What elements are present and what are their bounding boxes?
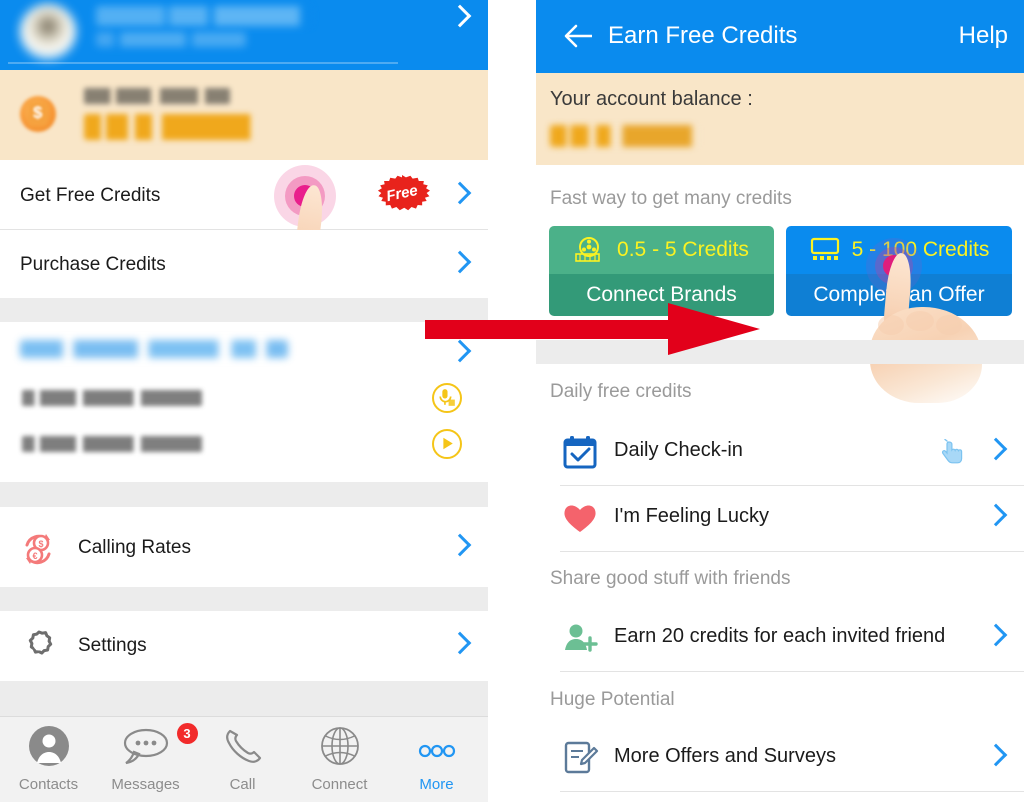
globe-icon: [320, 727, 359, 765]
row-label: Get Free Credits: [20, 185, 161, 206]
header-divider: [8, 62, 398, 64]
row-label: More Offers and Surveys: [614, 745, 836, 767]
contact-phone-2-redacted: [22, 436, 202, 452]
row-purchase-credits[interactable]: Purchase Credits: [0, 230, 488, 298]
profile-name-redacted: [96, 6, 311, 26]
row-label: Purchase Credits: [20, 254, 166, 275]
divider: [560, 671, 1024, 672]
section-title-daily-free-credits: Daily free credits: [550, 381, 692, 402]
arrow-left-icon[interactable]: [564, 22, 594, 50]
chevron-right-icon[interactable]: [448, 181, 472, 206]
row-daily-check-in[interactable]: Daily Check-in: [536, 419, 1024, 485]
tab-label: Contacts: [18, 776, 79, 793]
divider: [560, 791, 1024, 792]
account-balance-label: Your account balance :: [550, 88, 753, 110]
three-dots-icon: [418, 744, 455, 758]
tap-ripple-inner: [294, 185, 316, 207]
heart-icon: [561, 499, 599, 537]
row-im-feeling-lucky[interactable]: I'm Feeling Lucky: [536, 485, 1024, 551]
credits-amount-row: 0.5 - 5 Credits: [549, 226, 774, 274]
tab-label: Call: [229, 776, 256, 793]
divider: [560, 551, 1024, 552]
row-calling-rates[interactable]: $ € Calling Rates: [0, 507, 488, 587]
right-phone-screen: Earn Free Credits Help Your account bala…: [512, 0, 1024, 802]
profile-header[interactable]: [0, 0, 488, 70]
account-balance-amount-redacted: [550, 125, 698, 147]
section-title-huge-potential: Huge Potential: [550, 689, 675, 710]
row-label: Earn 20 credits for each invited friend: [614, 625, 946, 647]
chevron-right-icon[interactable]: [448, 533, 472, 558]
contact-name-redacted: [20, 340, 288, 358]
tab-call[interactable]: Call: [194, 725, 291, 793]
row-more-offers-surveys[interactable]: More Offers and Surveys: [536, 725, 1024, 791]
section-title-share-good-stuff: Share good stuff with friends: [550, 568, 791, 589]
section-gap: [536, 340, 1024, 364]
gear-icon: [20, 627, 58, 670]
chevron-right-icon[interactable]: [448, 250, 472, 275]
bottom-tab-bar: Contacts 3 Messages Call Connect More: [0, 716, 488, 802]
svg-text:€: €: [32, 551, 37, 561]
tap-ripple-inner: [883, 255, 905, 277]
film-reel-icon: [575, 237, 600, 262]
person-icon: [28, 726, 69, 766]
tab-label: Messages: [111, 776, 180, 793]
free-badge: Free: [374, 175, 430, 215]
red-right-arrow-annotation-shaft: [425, 320, 675, 339]
row-invite-friend[interactable]: Earn 20 credits for each invited friend: [536, 605, 1024, 671]
red-right-arrow-annotation-head: [668, 303, 760, 355]
chevron-right-icon[interactable]: [448, 631, 472, 656]
play-circle-icon[interactable]: [432, 429, 462, 459]
tab-more[interactable]: More: [388, 725, 485, 793]
tab-connect[interactable]: Connect: [291, 725, 388, 793]
row-label: I'm Feeling Lucky: [614, 505, 769, 527]
tab-label: More: [419, 776, 454, 793]
row-label: Daily Check-in: [614, 439, 743, 461]
chat-bubble-icon: [123, 728, 168, 765]
tv-monitor-icon: [810, 237, 839, 260]
add-person-icon: [561, 619, 599, 657]
pointing-hand-cursor-icon: [940, 438, 968, 472]
tab-messages[interactable]: 3 Messages: [97, 723, 198, 793]
account-balance-label-redacted: [84, 88, 230, 104]
calendar-check-icon: [561, 433, 599, 471]
svg-text:$: $: [38, 539, 43, 549]
phone-handset-icon: [225, 729, 261, 763]
profile-chevron-right-icon[interactable]: [448, 4, 472, 29]
account-balance-amount-redacted: [84, 114, 254, 140]
page-title: Earn Free Credits: [608, 22, 798, 49]
chevron-right-icon[interactable]: [984, 503, 1008, 528]
tab-label: Connect: [311, 776, 368, 793]
credits-amount: 0.5 - 5 Credits: [617, 238, 749, 261]
row-label: Settings: [78, 635, 147, 656]
chevron-right-icon[interactable]: [984, 623, 1008, 648]
tab-contacts[interactable]: Contacts: [0, 725, 97, 793]
chevron-right-icon[interactable]: [984, 743, 1008, 768]
microphone-record-icon[interactable]: [432, 383, 462, 413]
contact-chevron-right-icon[interactable]: [448, 339, 472, 364]
chevron-right-icon[interactable]: [984, 437, 1008, 462]
contact-phone-1-redacted: [22, 390, 202, 406]
help-button[interactable]: Help: [959, 22, 1008, 50]
section-gap: [0, 587, 488, 611]
section-gap: [0, 482, 488, 507]
row-settings[interactable]: Settings: [0, 611, 488, 681]
section-title-fast-way: Fast way to get many credits: [550, 188, 792, 209]
coin-dollar-glyph: $: [33, 103, 43, 122]
section-gap: [0, 681, 488, 716]
currency-exchange-icon: $ €: [18, 529, 58, 574]
app-screenshot: $ Get Free Credits Free Purchase Credits…: [0, 0, 1024, 802]
avatar: [20, 4, 76, 60]
account-balance-banner: [536, 73, 1024, 165]
survey-edit-icon: [561, 739, 599, 777]
section-gap: [0, 298, 488, 322]
row-label: Calling Rates: [78, 537, 191, 558]
profile-subtitle-redacted: [96, 32, 246, 47]
left-phone-screen: $ Get Free Credits Free Purchase Credits…: [0, 0, 488, 802]
